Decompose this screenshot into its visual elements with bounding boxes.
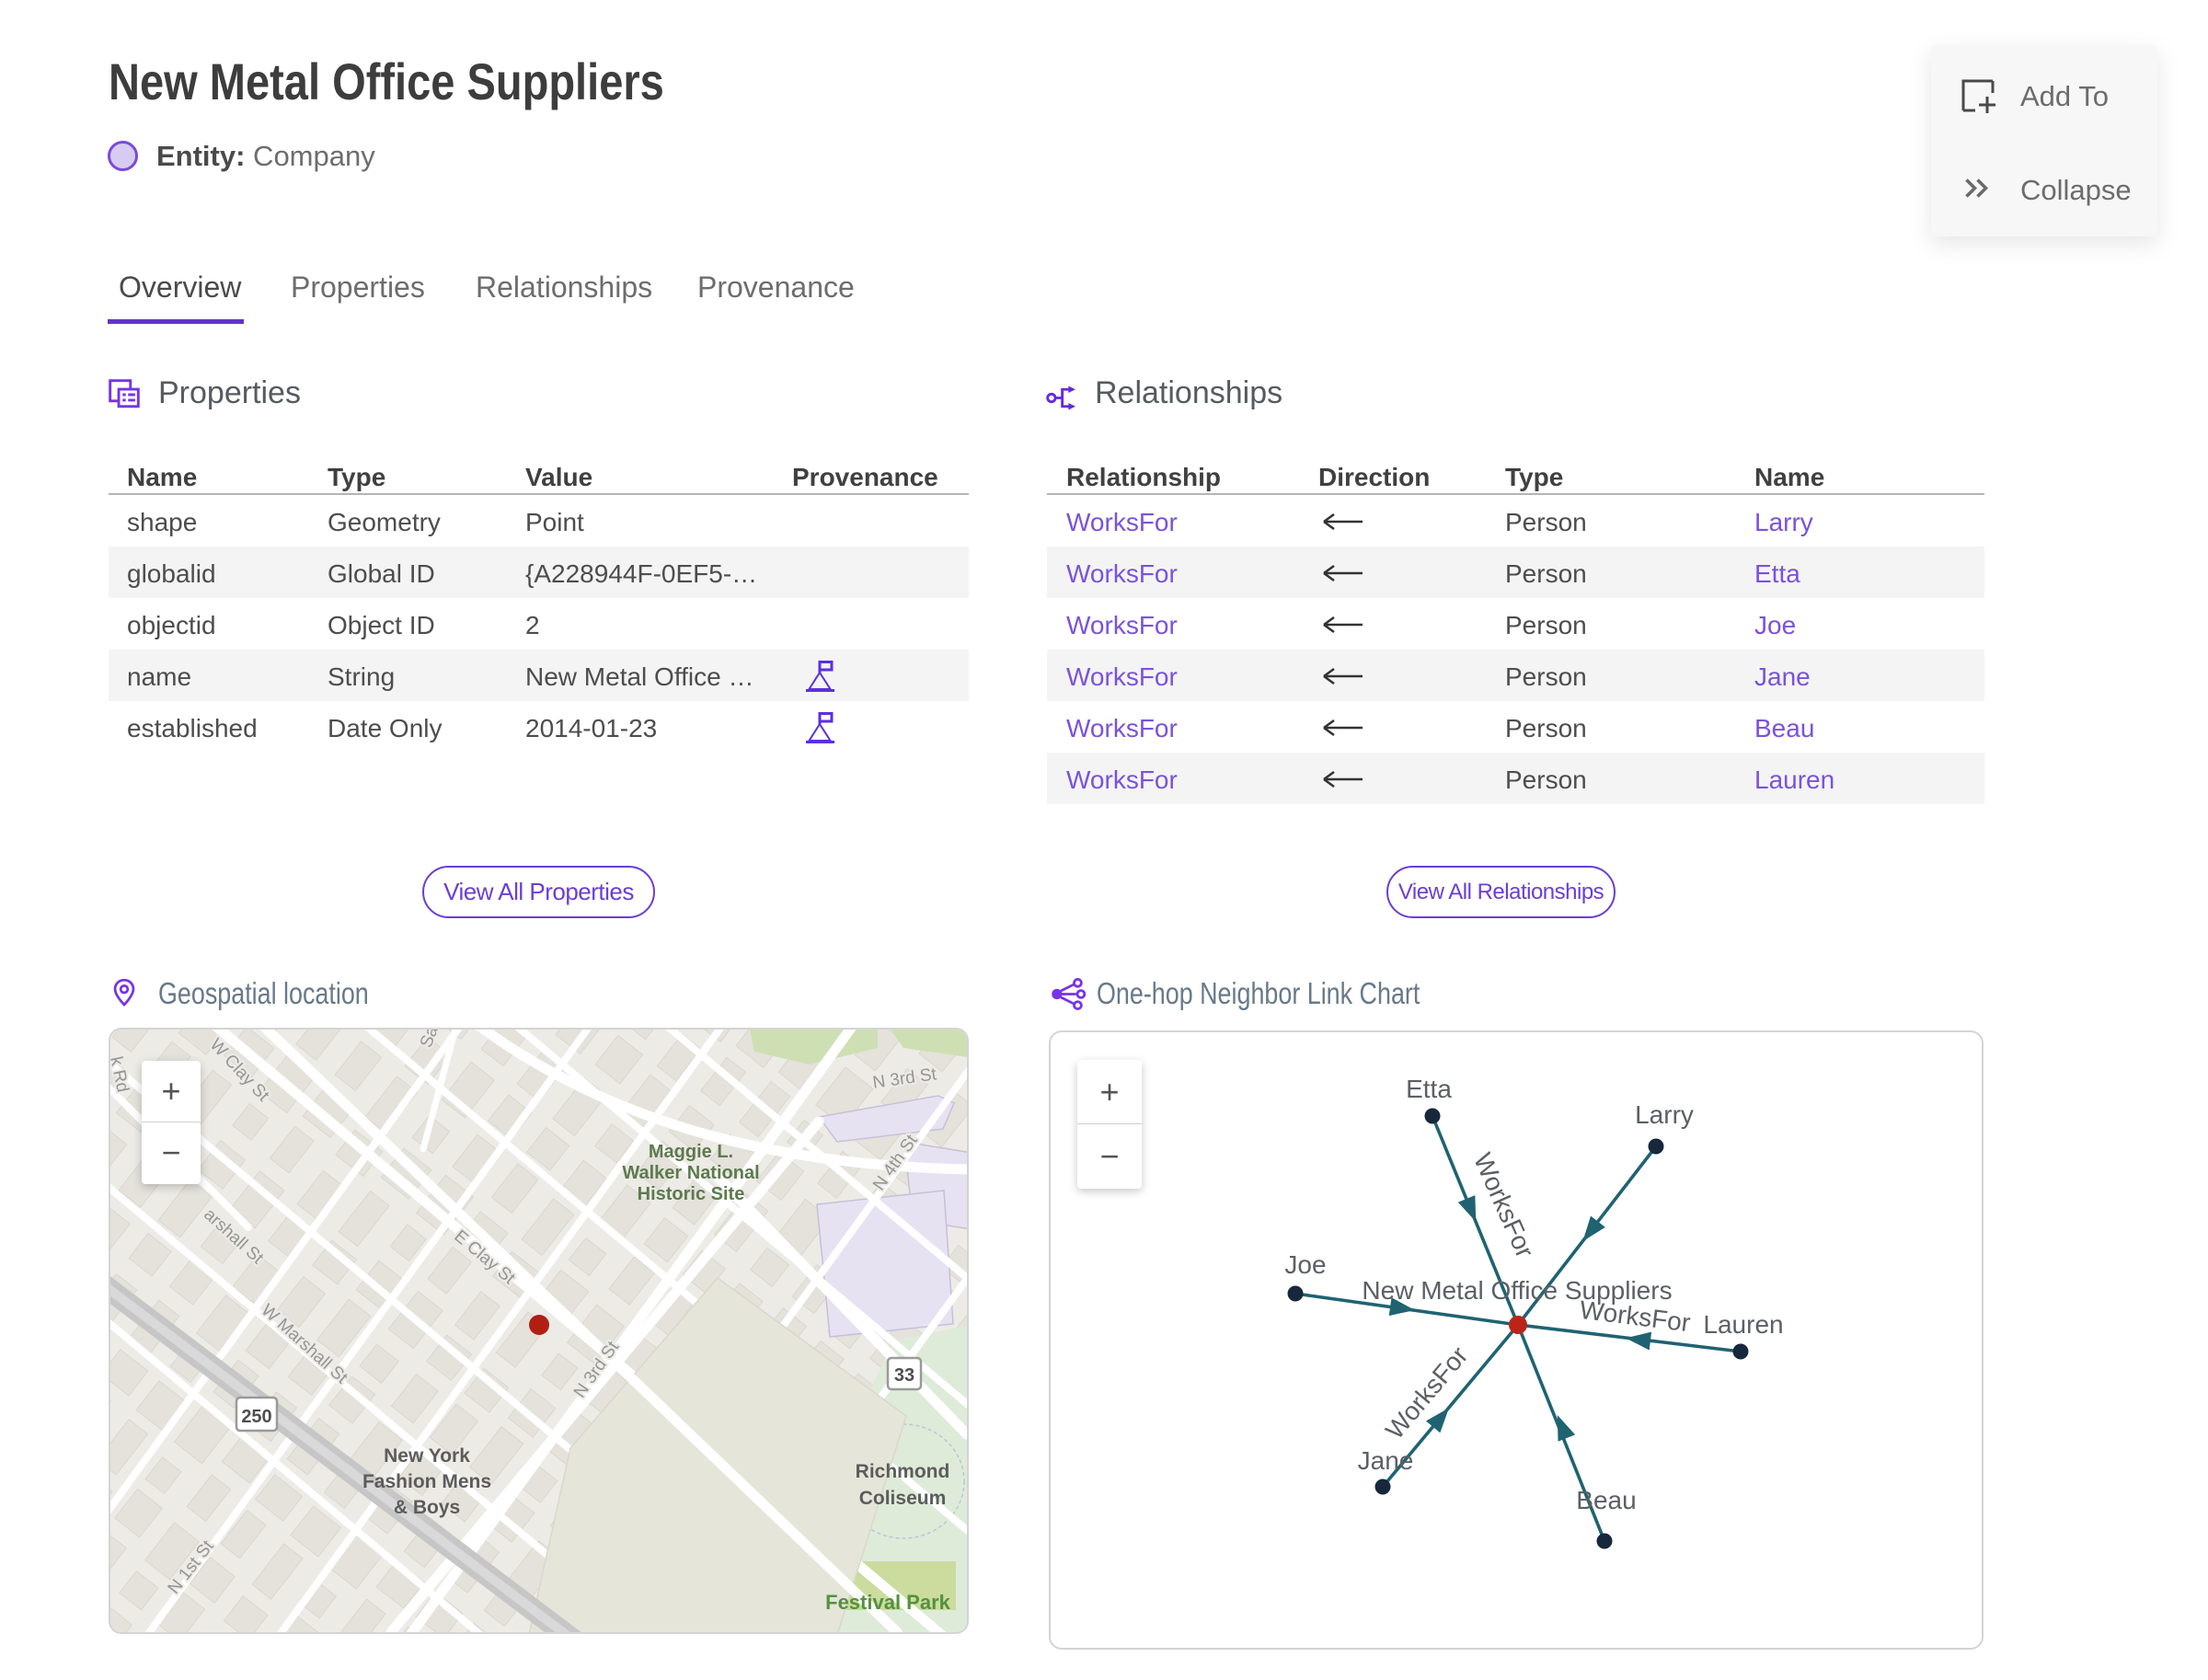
svg-text:WorksFor: WorksFor xyxy=(1578,1295,1692,1337)
svg-text:Jane: Jane xyxy=(1358,1446,1414,1475)
svg-text:Beau: Beau xyxy=(1576,1486,1636,1514)
svg-text:New York: New York xyxy=(384,1445,470,1467)
svg-text:WorksFor: WorksFor xyxy=(1468,1149,1539,1262)
svg-text:Historic Site: Historic Site xyxy=(638,1184,745,1204)
svg-text:Coliseum: Coliseum xyxy=(859,1488,947,1509)
svg-text:33: 33 xyxy=(894,1365,914,1386)
svg-text:& Boys: & Boys xyxy=(394,1497,460,1518)
svg-text:Richmond: Richmond xyxy=(856,1461,950,1482)
svg-text:Maggie L.: Maggie L. xyxy=(649,1142,733,1162)
svg-text:Festival Park: Festival Park xyxy=(825,1591,951,1614)
svg-text:Fashion Mens: Fashion Mens xyxy=(362,1471,491,1492)
svg-text:Lauren: Lauren xyxy=(1703,1310,1783,1339)
svg-text:250: 250 xyxy=(241,1407,271,1427)
svg-text:Walker National: Walker National xyxy=(622,1163,759,1183)
svg-text:Larry: Larry xyxy=(1635,1100,1694,1129)
svg-text:Joe: Joe xyxy=(1284,1250,1326,1279)
svg-text:Etta: Etta xyxy=(1406,1075,1452,1103)
